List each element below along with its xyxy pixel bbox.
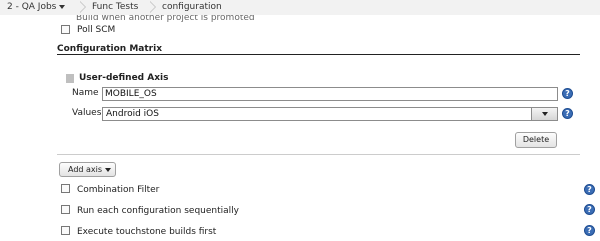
run-sequentially-checkbox[interactable]	[61, 205, 70, 214]
help-icon[interactable]: ?	[562, 108, 573, 119]
combination-filter-label: Combination Filter	[77, 185, 160, 195]
section-divider	[57, 54, 580, 55]
combination-filter-checkbox[interactable]	[61, 184, 70, 193]
run-sequentially-label: Run each configuration sequentially	[77, 206, 239, 216]
breadcrumb-item-func-tests[interactable]: Func Tests	[92, 2, 138, 12]
expand-textbox-icon[interactable]	[531, 108, 557, 120]
axis-values-text: Android iOS	[106, 109, 159, 119]
values-label: Values	[72, 108, 102, 118]
axis-divider	[57, 154, 580, 155]
breadcrumb-separator-icon	[149, 1, 160, 13]
section-title-configuration-matrix: Configuration Matrix	[57, 44, 162, 54]
touchstone-builds-label: Execute touchstone builds first	[77, 227, 217, 237]
axis-title: User-defined Axis	[79, 73, 169, 83]
help-icon[interactable]: ?	[584, 204, 595, 215]
help-icon[interactable]: ?	[562, 88, 573, 99]
poll-scm-checkbox[interactable]	[61, 25, 70, 34]
add-axis-button[interactable]: Add axis	[59, 162, 116, 177]
help-icon[interactable]: ?	[584, 184, 595, 195]
axis-name-input[interactable]	[102, 87, 558, 101]
breadcrumb-separator-icon	[79, 1, 90, 13]
touchstone-builds-checkbox[interactable]	[61, 226, 70, 235]
axis-values-input[interactable]: Android iOS	[102, 107, 558, 121]
breadcrumb: 2 - QA Jobs Func Tests configuration	[0, 0, 600, 15]
name-label: Name	[72, 88, 99, 98]
breadcrumb-item-configuration[interactable]: configuration	[162, 2, 222, 12]
drag-handle-icon[interactable]	[66, 74, 74, 83]
chevron-down-icon	[105, 167, 112, 172]
delete-axis-button[interactable]: Delete	[515, 132, 557, 148]
breadcrumb-item-qa-jobs[interactable]: 2 - QA Jobs	[7, 2, 66, 12]
help-icon[interactable]: ?	[584, 225, 595, 236]
chevron-down-icon[interactable]	[59, 4, 66, 9]
poll-scm-label: Poll SCM	[77, 25, 116, 35]
